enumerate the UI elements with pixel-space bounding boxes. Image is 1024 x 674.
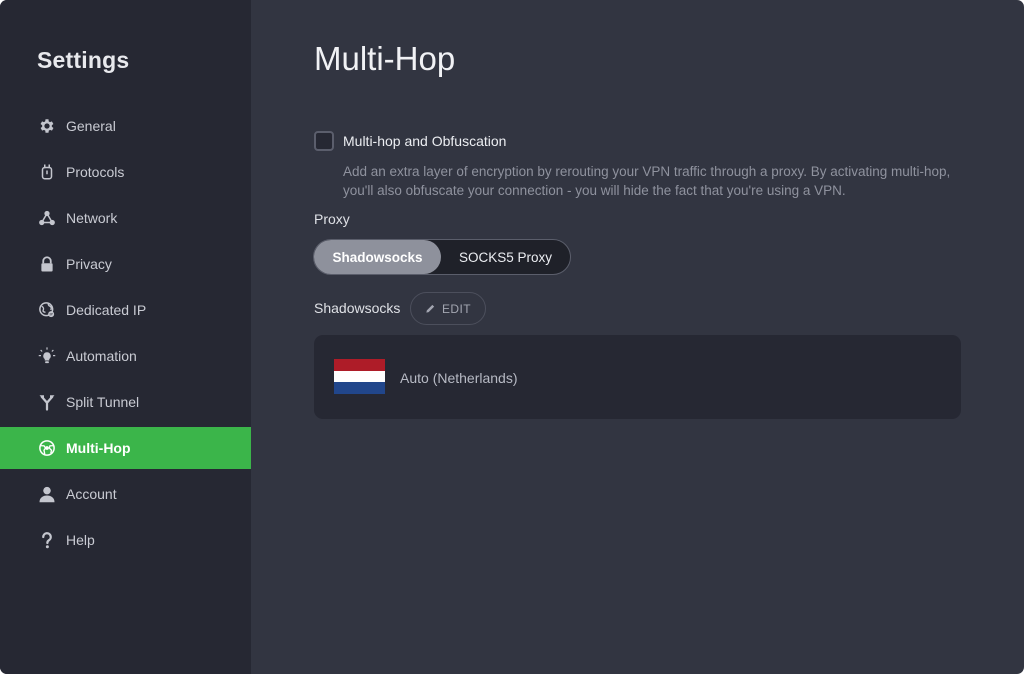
sidebar-item-privacy[interactable]: Privacy [0,243,251,285]
page-title: Multi-Hop [314,40,456,77]
sidebar-item-label: Split Tunnel [66,394,140,410]
sidebar-item-label: Protocols [66,164,125,180]
multihop-description: Add an extra layer of encryption by rero… [343,164,951,198]
proxy-option-shadowsocks[interactable]: Shadowsocks [314,240,441,274]
protocols-icon [37,162,57,182]
sidebar-item-general[interactable]: General [0,105,251,147]
server-name: Auto (Netherlands) [400,370,518,386]
user-icon [37,484,57,504]
sidebar-item-label: Help [66,532,95,548]
sidebar-item-help[interactable]: Help [0,519,251,561]
sidebar-item-account[interactable]: Account [0,473,251,515]
split-tunnel-icon [37,392,57,412]
sidebar-item-label: Privacy [66,256,112,272]
sidebar-item-label: Dedicated IP [66,302,147,318]
network-icon [37,208,57,228]
sidebar-item-label: Multi-Hop [66,440,131,456]
server-card[interactable]: Auto (Netherlands) [314,335,961,419]
shadowsocks-label: Shadowsocks [314,300,401,316]
main-panel: Multi-Hop Multi-hop and Obfuscation Add … [251,0,1024,674]
settings-window: Settings General Protocols Network Priva… [0,0,1024,674]
proxy-segmented-control: Shadowsocks SOCKS5 Proxy [313,239,571,275]
sidebar-item-label: Network [66,210,118,226]
sidebar-nav: General Protocols Network Privacy IP Ded… [0,105,251,565]
edit-button[interactable]: EDIT [410,292,486,325]
sidebar-item-label: Automation [66,348,137,364]
sidebar: Settings General Protocols Network Priva… [0,0,251,674]
sidebar-item-protocols[interactable]: Protocols [0,151,251,193]
multihop-checkbox[interactable] [314,131,334,151]
proxy-label: Proxy [314,211,350,227]
sidebar-item-split-tunnel[interactable]: Split Tunnel [0,381,251,423]
multihop-checkbox-label[interactable]: Multi-hop and Obfuscation [343,133,506,149]
lightbulb-icon [37,346,57,366]
sidebar-item-network[interactable]: Network [0,197,251,239]
sidebar-item-label: General [66,118,116,134]
lock-icon [37,254,57,274]
dedicated-ip-icon: IP [37,300,57,320]
pencil-icon [426,304,435,313]
globe-icon [37,438,57,458]
sidebar-item-multi-hop[interactable]: Multi-Hop [0,427,251,469]
gear-icon [37,116,57,136]
proxy-option-socks5[interactable]: SOCKS5 Proxy [441,240,570,274]
netherlands-flag-icon [334,359,385,394]
edit-button-label: EDIT [442,301,471,316]
sidebar-item-dedicated-ip[interactable]: IP Dedicated IP [0,289,251,331]
question-icon [37,530,57,550]
sidebar-item-label: Account [66,486,117,502]
sidebar-title: Settings [37,47,130,73]
sidebar-item-automation[interactable]: Automation [0,335,251,377]
